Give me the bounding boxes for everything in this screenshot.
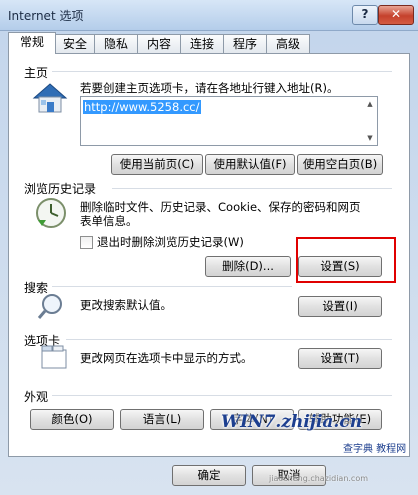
tab-general[interactable]: 常规: [8, 32, 56, 54]
use-blank-button[interactable]: 使用空白页(B): [297, 154, 383, 175]
history-separator: [112, 188, 392, 189]
search-settings-button[interactable]: 设置(I): [298, 296, 382, 317]
tabs-separator: [66, 339, 392, 340]
home-separator: [52, 71, 392, 72]
watermark-logo: WIN7.zhijia.cn: [221, 412, 363, 432]
appearance-section-label: 外观: [24, 390, 49, 404]
homepage-url-text: http://www.5258.cc/: [83, 100, 201, 114]
magnifier-icon: [36, 292, 66, 322]
tab-privacy[interactable]: 隐私: [94, 34, 138, 53]
title-bar[interactable]: Internet 选项 ? ✕: [0, 0, 418, 31]
watermark-site: jiaocheng.chazidian.com: [269, 474, 369, 483]
homepage-address-textarea[interactable]: http://www.5258.cc/ ▲ ▼: [80, 96, 378, 146]
use-default-button[interactable]: 使用默认值(F): [205, 154, 295, 175]
site-watermark: WIN7.zhijia.cn 查字典 教程网 jiaocheng.chazidi…: [215, 410, 415, 492]
watermark-subtitle: 查字典 教程网: [343, 444, 407, 455]
history-section-label: 浏览历史记录: [24, 182, 97, 196]
history-clock-icon: [34, 196, 70, 230]
search-separator: [52, 286, 292, 287]
tab-advanced[interactable]: 高级: [266, 34, 310, 53]
dialog-window: Internet 选项 ? ✕ 常规 安全 隐私 内容 连接 程序 高级 主页 …: [0, 0, 418, 495]
history-description-line1: 删除临时文件、历史记录、Cookie、保存的密码和网页: [80, 200, 361, 214]
colors-button[interactable]: 颜色(O): [30, 409, 114, 430]
house-icon: [30, 80, 70, 116]
tabs-description: 更改网页在选项卡中显示的方式。: [80, 351, 253, 365]
history-description-line2: 表单信息。: [80, 214, 138, 228]
close-button[interactable]: ✕: [378, 5, 414, 25]
tab-security[interactable]: 安全: [55, 34, 95, 53]
window-title: Internet 选项: [8, 9, 84, 23]
tabs-settings-button[interactable]: 设置(T): [298, 348, 382, 369]
home-description: 若要创建主页选项卡，请在各地址行键入地址(R)。: [80, 81, 339, 95]
delete-history-button[interactable]: 删除(D)...: [205, 256, 291, 277]
delete-on-exit-label: 退出时删除浏览历史记录(W): [97, 235, 244, 249]
scroll-up-icon[interactable]: ▲: [364, 98, 376, 110]
help-button[interactable]: ?: [352, 5, 378, 25]
tab-programs[interactable]: 程序: [223, 34, 267, 53]
appearance-separator: [52, 395, 392, 396]
languages-button[interactable]: 语言(L): [120, 409, 204, 430]
use-current-button[interactable]: 使用当前页(C): [111, 154, 203, 175]
home-section-label: 主页: [24, 66, 49, 80]
tab-connections[interactable]: 连接: [180, 34, 224, 53]
highlight-annotation-box: [296, 237, 396, 283]
scroll-down-icon[interactable]: ▼: [364, 132, 376, 144]
delete-on-exit-checkbox[interactable]: [80, 236, 93, 249]
tabs-window-icon: [40, 344, 68, 370]
tab-content[interactable]: 内容: [137, 34, 181, 53]
search-description: 更改搜索默认值。: [80, 298, 172, 312]
